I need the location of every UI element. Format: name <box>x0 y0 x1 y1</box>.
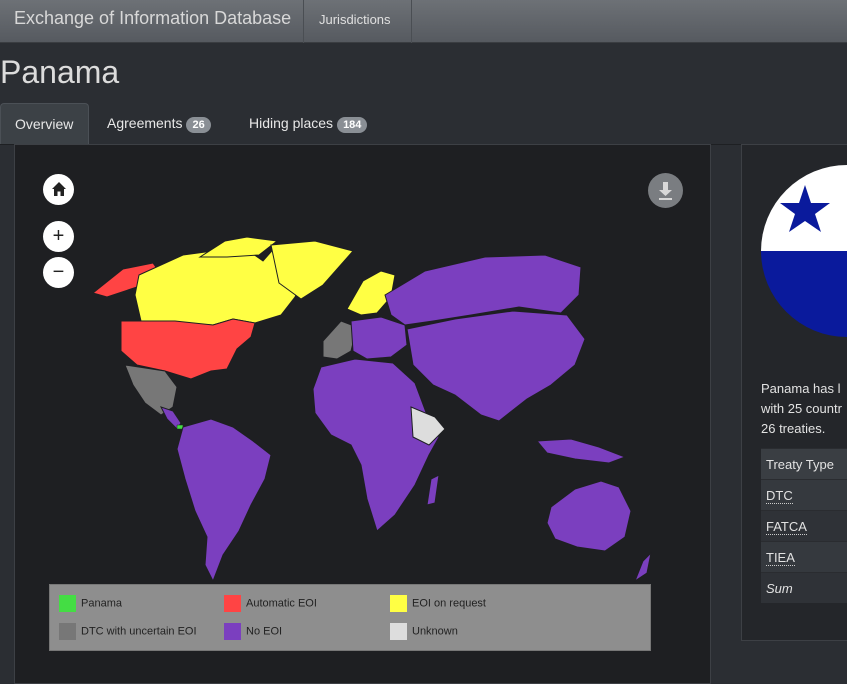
legend-item: Automatic EOI <box>224 595 317 612</box>
treaty-type-dtc[interactable]: DTC <box>766 487 793 504</box>
count-badge: 184 <box>337 117 368 133</box>
count-badge: 26 <box>186 117 211 133</box>
nav-divider <box>411 0 412 43</box>
tab-bar: Overview Agreements 26 Hiding places 184 <box>0 103 847 145</box>
legend-item: Panama <box>59 595 122 612</box>
tab-overview[interactable]: Overview <box>0 103 89 144</box>
legend-item: EOI on request <box>390 595 486 612</box>
treaty-type-fatca[interactable]: FATCA <box>766 518 807 535</box>
download-icon <box>659 182 672 200</box>
map-download-button[interactable] <box>648 173 683 208</box>
map-region-europe <box>350 316 408 360</box>
legend-label: Unknown <box>412 625 458 638</box>
info-panel: Panama has l with 25 countr 26 treaties.… <box>741 144 847 641</box>
flag-blue-band <box>761 251 847 337</box>
map-legend: Panama Automatic EOI EOI on request DTC … <box>49 584 651 651</box>
app-brand[interactable]: Exchange of Information Database <box>14 8 291 29</box>
table-row: TIEA <box>761 541 847 573</box>
legend-label: EOI on request <box>412 597 486 610</box>
legend-swatch <box>224 623 241 640</box>
legend-swatch <box>59 595 76 612</box>
plus-icon: + <box>52 225 65 247</box>
table-row: FATCA <box>761 510 847 542</box>
tab-agreements[interactable]: Agreements 26 <box>93 103 225 144</box>
table-header-row: Treaty Type <box>761 448 847 480</box>
treaty-table: Treaty Type DTC FATCA TIEA Sum <box>761 448 847 603</box>
legend-item: Unknown <box>390 623 458 640</box>
legend-item: No EOI <box>224 623 282 640</box>
map-region-indonesia <box>535 438 627 464</box>
legend-label: Automatic EOI <box>246 597 317 610</box>
map-region-new-zealand <box>633 551 652 583</box>
table-row: Sum <box>761 572 847 603</box>
legend-label: Panama <box>81 597 122 610</box>
map-panel: + − Panama Automatic EOI EOI on request … <box>14 144 711 684</box>
map-region-africa <box>312 358 440 532</box>
top-navbar: Exchange of Information Database Jurisdi… <box>0 0 847 43</box>
country-flag <box>761 165 847 337</box>
legend-item: DTC with uncertain EOI <box>59 623 197 640</box>
map-home-button[interactable] <box>43 174 74 205</box>
star-icon <box>780 185 830 232</box>
map-region-south-america <box>176 418 272 583</box>
map-zoom-in-button[interactable]: + <box>43 221 74 252</box>
legend-swatch <box>390 595 407 612</box>
treaty-type-tiea[interactable]: TIEA <box>766 549 795 566</box>
map-region-madagascar <box>426 474 440 506</box>
legend-label: No EOI <box>246 625 283 638</box>
legend-swatch <box>59 623 76 640</box>
map-zoom-out-button[interactable]: − <box>43 257 74 288</box>
legend-label: DTC with uncertain EOI <box>81 625 197 638</box>
nav-link-jurisdictions[interactable]: Jurisdictions <box>319 12 391 27</box>
map-region-canada-north <box>198 236 279 258</box>
summary-line: Panama has l <box>761 381 841 396</box>
world-map[interactable] <box>15 145 712 585</box>
minus-icon: − <box>52 261 65 283</box>
legend-swatch <box>224 595 241 612</box>
nav-divider <box>303 0 304 43</box>
tab-label: Overview <box>15 116 74 132</box>
table-sum-label: Sum <box>766 580 793 596</box>
home-icon <box>51 182 66 196</box>
tab-label: Agreements <box>107 115 183 131</box>
tab-hiding-places[interactable]: Hiding places 184 <box>235 103 381 144</box>
legend-swatch <box>390 623 407 640</box>
country-summary: Panama has l with 25 countr 26 treaties. <box>761 379 847 439</box>
table-row: DTC <box>761 479 847 511</box>
table-header: Treaty Type <box>761 448 847 480</box>
map-region-asia <box>406 310 586 422</box>
summary-line: with 25 countr <box>761 401 842 416</box>
map-region-australia <box>546 480 632 552</box>
tab-label: Hiding places <box>249 115 334 131</box>
summary-line: 26 treaties. <box>761 421 826 436</box>
page-title: Panama <box>0 54 120 90</box>
